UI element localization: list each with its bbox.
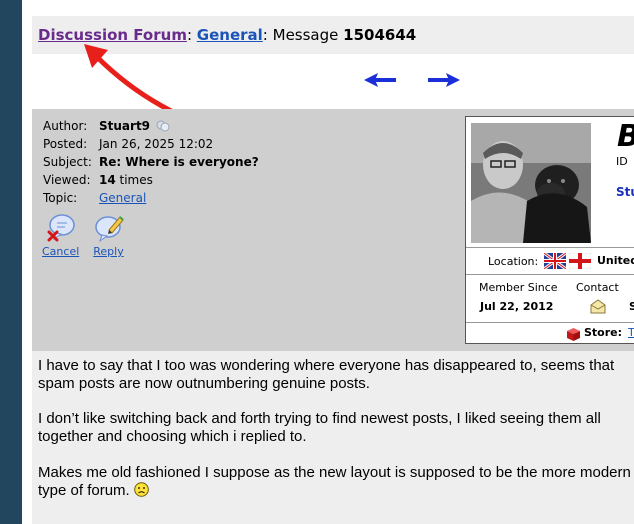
reply-link[interactable]: Reply	[93, 245, 123, 258]
member-since-label: Member Since	[479, 281, 558, 294]
subject-row: Subject: Re: Where is everyone?	[43, 153, 259, 171]
topic-link[interactable]: General	[99, 191, 146, 205]
view-count: 14	[99, 173, 116, 187]
post-paragraph-text: Makes me old fashioned I suppose as the …	[38, 464, 631, 499]
store-cube-icon	[567, 328, 580, 341]
england-flag-icon	[569, 253, 591, 269]
profile-extra-column: S	[629, 300, 634, 313]
subject-text: Re: Where is everyone?	[99, 155, 259, 169]
avatar-image	[471, 123, 591, 243]
profile-id-label: ID	[616, 155, 628, 168]
post-paragraph: I don’t like switching back and forth tr…	[38, 410, 601, 445]
next-message-arrow-icon[interactable]	[426, 71, 462, 89]
profile-username[interactable]: Stu	[616, 185, 634, 199]
cancel-link[interactable]: Cancel	[42, 245, 79, 258]
sad-face-emoji-icon	[133, 482, 149, 497]
location-value: United	[597, 254, 634, 267]
cancel-bubble-icon[interactable]	[46, 213, 76, 243]
author-avatar-photo[interactable]	[471, 123, 591, 243]
uk-flag-icon	[544, 253, 566, 269]
message-header-panel: Author: Stuart9 Posted: Jan 26, 2025 12:…	[32, 109, 634, 351]
location-row: Location: United	[466, 247, 634, 275]
reply-bubble-icon[interactable]	[94, 213, 124, 243]
user-badge-icon[interactable]	[156, 120, 170, 132]
posted-row: Posted: Jan 26, 2025 12:02	[43, 135, 259, 153]
breadcrumb-message-label: Message	[267, 26, 344, 44]
store-label: Store:	[584, 326, 623, 339]
previous-message-arrow-icon[interactable]	[362, 71, 398, 89]
subject-label: Subject:	[43, 155, 92, 169]
cancel-action[interactable]: Cancel	[42, 213, 79, 258]
reply-action[interactable]: Reply	[93, 213, 124, 258]
message-navigation	[362, 71, 462, 91]
posted-label: Posted:	[43, 137, 88, 151]
post-paragraph: I have to say that I too was wondering w…	[38, 357, 615, 392]
topic-label: Topic:	[43, 191, 78, 205]
viewed-row: Viewed: 14 times	[43, 171, 259, 189]
location-label: Location:	[488, 255, 539, 268]
viewed-label: Viewed:	[43, 173, 91, 187]
envelope-icon[interactable]	[590, 298, 606, 314]
message-actions: Cancel Reply	[42, 213, 124, 258]
views-suffix: times	[115, 173, 153, 187]
contact-label: Contact	[576, 281, 619, 294]
forum-page: Discussion Forum: General: Message 15046…	[22, 0, 634, 524]
author-label: Author:	[43, 119, 88, 133]
post-paragraph-with-emoji: Makes me old fashioned I suppose as the …	[38, 464, 632, 500]
topic-row: Topic: General	[43, 189, 259, 207]
author-row: Author: Stuart9	[43, 117, 259, 135]
author-profile-card: B ID Stu Location: United Member Sinc	[465, 116, 634, 344]
post-body: I have to say that I too was wondering w…	[32, 351, 634, 524]
member-since-date: Jul 22, 2012	[480, 300, 554, 313]
profile-name: B	[617, 119, 634, 154]
posted-date: Jan 26, 2025 12:02	[99, 137, 214, 151]
message-id: 1504644	[343, 26, 417, 44]
store-link[interactable]: T	[628, 326, 634, 339]
message-meta: Author: Stuart9 Posted: Jan 26, 2025 12:…	[43, 117, 259, 207]
author-name[interactable]: Stuart9	[99, 119, 150, 133]
store-row: Store: T	[466, 322, 634, 344]
